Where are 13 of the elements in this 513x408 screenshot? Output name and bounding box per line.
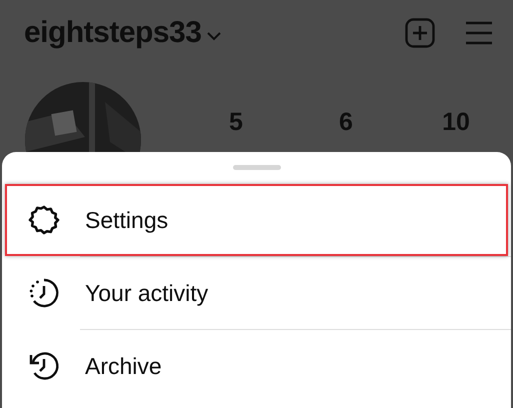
clock-icon bbox=[28, 277, 60, 309]
menu-icon[interactable] bbox=[465, 21, 493, 45]
stat-count: 10 bbox=[442, 108, 470, 137]
chevron-down-icon[interactable] bbox=[207, 32, 222, 40]
menu-item[interactable]: Settings bbox=[5, 184, 508, 256]
stat-count: 6 bbox=[339, 108, 353, 137]
menu-item[interactable]: Your activity bbox=[5, 257, 508, 329]
menu-item[interactable]: Archive bbox=[5, 330, 508, 402]
stat-count: 5 bbox=[229, 108, 243, 137]
gear-icon bbox=[28, 204, 60, 236]
drag-handle[interactable] bbox=[232, 165, 280, 170]
add-post-icon[interactable] bbox=[405, 18, 435, 48]
history-icon bbox=[28, 350, 60, 382]
